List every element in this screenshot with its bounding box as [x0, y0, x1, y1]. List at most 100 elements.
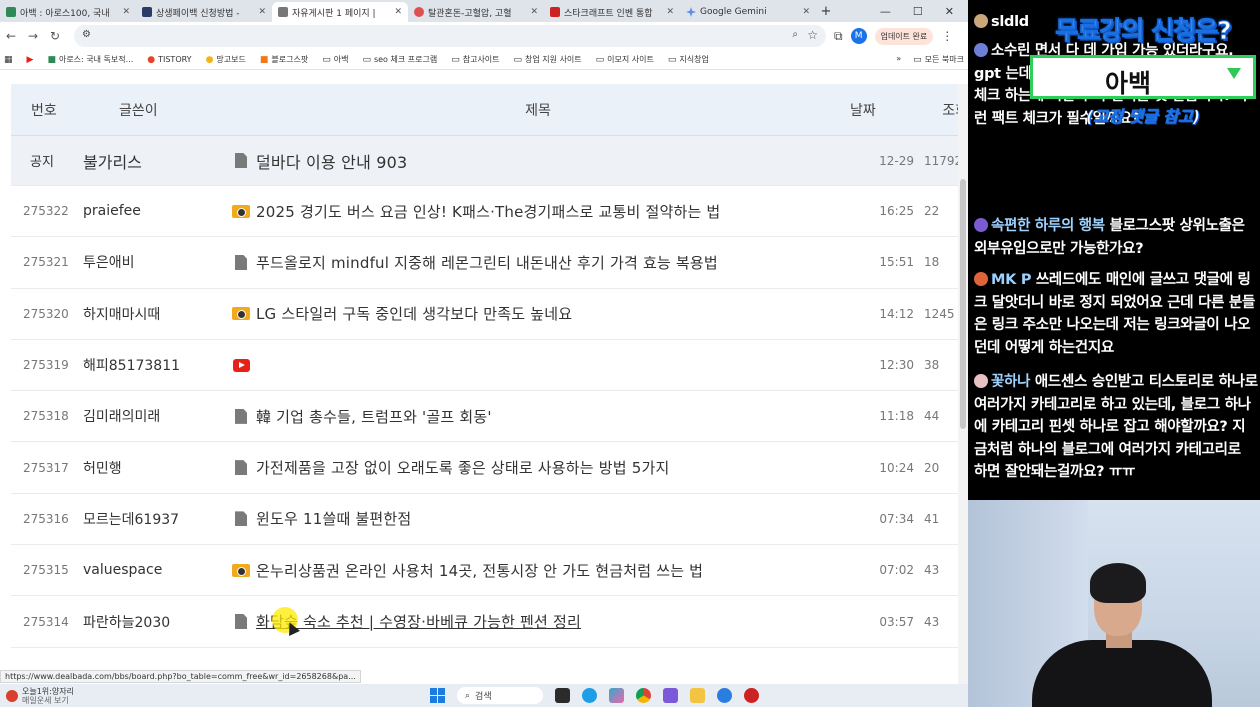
table-row[interactable]: 275322 praiefee 2025 경기도 버스 요금 인상! K패스·The… [11, 186, 968, 238]
row-title[interactable]: 온누리상품권 온라인 사용처 14곳, 전통시장 안 가도 현금처럼 쓰는 법 [256, 560, 836, 581]
row-title[interactable]: 가전제품을 고장 없이 오래도록 좋은 상태로 사용하는 방법 5가지 [256, 457, 836, 478]
bookmark-item[interactable]: ● TISTORY [147, 55, 191, 65]
maximize-icon[interactable]: ☐ [913, 2, 923, 22]
row-title-text[interactable]: 푸드올로지 mindful 지중해 레몬그린티 내돈내산 후기 가격 효능 복용… [256, 254, 718, 272]
reload-icon[interactable]: ↻ [48, 29, 62, 43]
site-info-icon[interactable]: ⚙ [82, 29, 91, 40]
profile-avatar[interactable]: M [850, 28, 867, 44]
table-row[interactable]: 275316 모르는데61937 윈도우 11쓸때 불편한점 07:34 41 [11, 494, 968, 546]
row-title[interactable]: 덜바다 이용 안내 903 [256, 149, 836, 173]
row-writer[interactable]: 파란하늘2030 [81, 612, 226, 632]
tab-4[interactable]: 스타크래프트 인벤 통합 ✕ [544, 2, 680, 22]
table-row[interactable]: 275319 해피85173811 12:30 38 [11, 340, 968, 392]
bookmark-folder[interactable]: ▭ 이모지 사이트 [596, 54, 654, 65]
table-row[interactable]: 275314 파란하늘2030 화담숲 숙소 추천 | 수영장·바베큐 가능한 펜션… [11, 596, 968, 648]
bookmark-folder[interactable]: ▭ 지식창업 [668, 54, 709, 65]
table-row[interactable]: 275317 허민행 가전제품을 고장 없이 오래도록 좋은 상태로 사용하는 방법… [11, 442, 968, 494]
tab-0[interactable]: 아백 : 아로스100, 국내 ✕ [0, 2, 136, 22]
row-writer[interactable]: 투은애비 [81, 252, 226, 272]
row-title[interactable]: LG 스타일러 구독 중인데 생각보다 만족도 높네요 [256, 303, 836, 324]
taskbar-search[interactable]: ⌕ 검색 [457, 687, 543, 704]
row-date: 10:24 [879, 460, 914, 475]
bookmark-star-icon[interactable]: ☆ [807, 28, 818, 42]
app-icon[interactable] [717, 688, 732, 703]
header-title: 제목 [525, 102, 551, 119]
row-writer[interactable]: 모르는데61937 [81, 509, 226, 529]
new-tab-button[interactable]: + [816, 2, 836, 22]
close-icon[interactable]: ✕ [802, 7, 810, 17]
row-title[interactable]: 韓 기업 총수들, 트럼프와 '골프 회동' [256, 406, 836, 427]
row-title[interactable]: 화담숲 숙소 추천 | 수영장·바베큐 가능한 펜션 정리 [256, 611, 836, 632]
taskbar-widget[interactable]: 오늘1위:양자리 매일운세 보기 [0, 687, 74, 705]
row-num: 275317 [23, 460, 69, 475]
close-window-icon[interactable]: ✕ [945, 2, 954, 22]
close-icon[interactable]: ✕ [666, 7, 674, 17]
tab-1[interactable]: 상생페이백 신청방법 - ✕ [136, 2, 272, 22]
app-icon[interactable] [744, 688, 759, 703]
bookmark-item[interactable]: ■ 아로스: 국내 독보적... [47, 54, 133, 65]
notice-row[interactable]: 공지 불가리스 덜바다 이용 안내 903 12-29 11792 [11, 136, 968, 186]
bookmark-folder[interactable]: ▭ 참고사이트 [451, 54, 499, 65]
scrollbar[interactable] [958, 84, 968, 684]
address-bar[interactable]: ⚙ ⌕ ☆ [74, 25, 826, 47]
menu-icon[interactable]: ⋮ [941, 29, 953, 43]
row-writer[interactable]: 불가리스 [81, 149, 226, 173]
back-icon[interactable]: ← [4, 29, 18, 43]
row-writer[interactable]: praiefee [81, 203, 226, 219]
table-row[interactable]: 275315 valuespace 온누리상품권 온라인 사용처 14곳, 전통시장… [11, 545, 968, 597]
row-title-text[interactable]: 韓 기업 총수들, 트럼프와 '골프 회동' [256, 408, 492, 426]
row-writer[interactable]: 하지매마시때 [81, 304, 226, 324]
row-writer[interactable]: 김미래의미래 [81, 406, 226, 426]
row-title-text[interactable]: 화담숲 숙소 추천 | 수영장·바베큐 가능한 펜션 정리 [256, 613, 581, 631]
windows-start-icon[interactable] [430, 688, 445, 703]
row-writer[interactable]: valuespace [81, 562, 226, 578]
youtube-icon [226, 357, 256, 373]
close-icon[interactable]: ✕ [122, 7, 130, 17]
extensions-icon[interactable]: ⧉ [834, 29, 843, 44]
bookmark-folder[interactable]: ▭ 창업 지원 사이트 [514, 54, 582, 65]
row-title[interactable]: 푸드올로지 mindful 지중해 레몬그린티 내돈내산 후기 가격 효능 복용… [256, 252, 836, 273]
row-title-text[interactable]: 윈도우 11쓸때 불편한점 [256, 510, 411, 528]
youtube-bookmark-icon[interactable]: ▶ [27, 55, 34, 65]
edge-icon[interactable] [582, 688, 597, 703]
row-title-text[interactable]: 2025 경기도 버스 요금 인상! K패스·The경기패스로 교통비 절약하는… [256, 203, 720, 221]
scrollbar-thumb[interactable] [960, 179, 966, 429]
bookmark-folder[interactable]: ▭ 아백 [322, 54, 348, 65]
tab-label: Google Gemini [700, 7, 767, 17]
snipping-tool-icon[interactable] [663, 688, 678, 703]
minimize-icon[interactable]: — [880, 2, 891, 22]
tab-3[interactable]: 탈관혼돈-고혈압, 고혈 ✕ [408, 2, 544, 22]
row-title[interactable]: 윈도우 11쓸때 불편한점 [256, 508, 836, 529]
chrome-icon[interactable] [636, 688, 651, 703]
apps-icon[interactable]: ▦ [4, 55, 13, 65]
row-writer[interactable]: 해피85173811 [81, 355, 226, 375]
taskbar: 오늘1위:양자리 매일운세 보기 ⌕ 검색 [0, 684, 968, 707]
bookmark-folder[interactable]: ▭ seo 체크 프로그램 [362, 54, 437, 65]
bookmarks-overflow-icon[interactable]: » [896, 54, 901, 65]
table-row[interactable]: 275318 김미래의미래 韓 기업 총수들, 트럼프와 '골프 회동' 11:18 4… [11, 391, 968, 443]
bookmark-item[interactable]: ■ 블로그스팟 [260, 54, 308, 65]
chevron-down-icon [1227, 68, 1241, 79]
close-icon[interactable]: ✕ [258, 7, 266, 17]
row-title[interactable]: 2025 경기도 버스 요금 인상! K패스·The경기패스로 교통비 절약하는… [256, 201, 836, 222]
bookmark-item[interactable]: ● 망고보드 [206, 54, 246, 65]
row-writer[interactable]: 허민행 [81, 458, 226, 478]
table-row[interactable]: 275321 투은애비 푸드올로지 mindful 지중해 레몬그린티 내돈내산 후… [11, 237, 968, 289]
row-title-text[interactable]: LG 스타일러 구독 중인데 생각보다 만족도 높네요 [256, 305, 572, 323]
forward-icon[interactable]: → [26, 29, 40, 43]
table-row[interactable]: 275320 하지매마시때 LG 스타일러 구독 중인데 생각보다 만족도 높네요 1… [11, 289, 968, 340]
task-view-icon[interactable] [555, 688, 570, 703]
row-title-text[interactable]: 덜바다 이용 안내 903 [256, 153, 407, 172]
row-num: 275315 [23, 563, 69, 578]
tab-5[interactable]: Google Gemini ✕ [680, 2, 816, 22]
all-bookmarks-button[interactable]: ▭ 모든 북마크 [913, 54, 964, 65]
row-title-text[interactable]: 온누리상품권 온라인 사용처 14곳, 전통시장 안 가도 현금처럼 쓰는 법 [256, 562, 703, 580]
close-icon[interactable]: ✕ [394, 7, 402, 17]
row-title-text[interactable]: 가전제품을 고장 없이 오래도록 좋은 상태로 사용하는 방법 5가지 [256, 459, 670, 477]
file-explorer-icon[interactable] [690, 688, 705, 703]
tab-2-active[interactable]: 자유게시판 1 페이지 | ✕ [272, 2, 408, 22]
update-button[interactable]: 업데이트 완료 [874, 27, 934, 45]
close-icon[interactable]: ✕ [530, 7, 538, 17]
zoom-icon[interactable]: ⌕ [792, 29, 798, 40]
copilot-icon[interactable] [609, 688, 624, 703]
